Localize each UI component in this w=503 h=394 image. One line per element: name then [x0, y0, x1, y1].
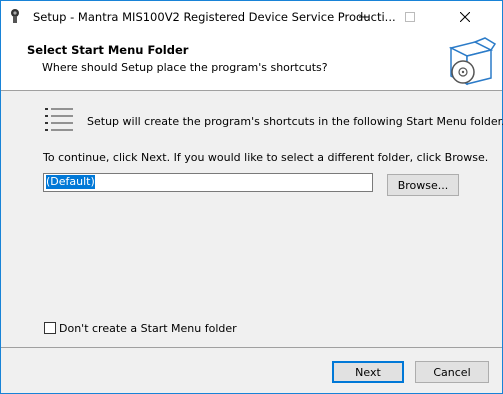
- cancel-button[interactable]: Cancel: [415, 361, 489, 383]
- folder-input-value: (Default): [46, 175, 95, 189]
- info-text: Setup will create the program's shortcut…: [87, 115, 503, 128]
- close-icon: [460, 11, 470, 22]
- setup-window: Setup - Mantra MIS100V2 Registered Devic…: [0, 0, 503, 394]
- wizard-header: Select Start Menu Folder Where should Se…: [1, 32, 502, 91]
- app-icon: [11, 9, 19, 23]
- setup-box-icon: [448, 37, 497, 86]
- maximize-icon: [405, 11, 415, 22]
- no-start-menu-folder-checkbox[interactable]: [44, 322, 56, 334]
- footer-divider: [1, 347, 502, 348]
- page-title: Select Start Menu Folder: [27, 43, 189, 57]
- next-button[interactable]: Next: [332, 361, 404, 383]
- minimize-icon: [359, 16, 369, 17]
- page-subtitle: Where should Setup place the program's s…: [42, 61, 328, 74]
- close-button[interactable]: [442, 1, 488, 32]
- maximize-button: [387, 1, 433, 32]
- start-menu-folder-input[interactable]: (Default): [43, 173, 373, 192]
- start-menu-list-icon: [45, 108, 73, 131]
- title-bar[interactable]: Setup - Mantra MIS100V2 Registered Devic…: [1, 1, 502, 32]
- continue-instructions: To continue, click Next. If you would li…: [43, 151, 489, 164]
- minimize-button[interactable]: [341, 1, 387, 32]
- no-start-menu-folder-label[interactable]: Don't create a Start Menu folder: [59, 322, 237, 335]
- browse-button[interactable]: Browse...: [387, 174, 459, 196]
